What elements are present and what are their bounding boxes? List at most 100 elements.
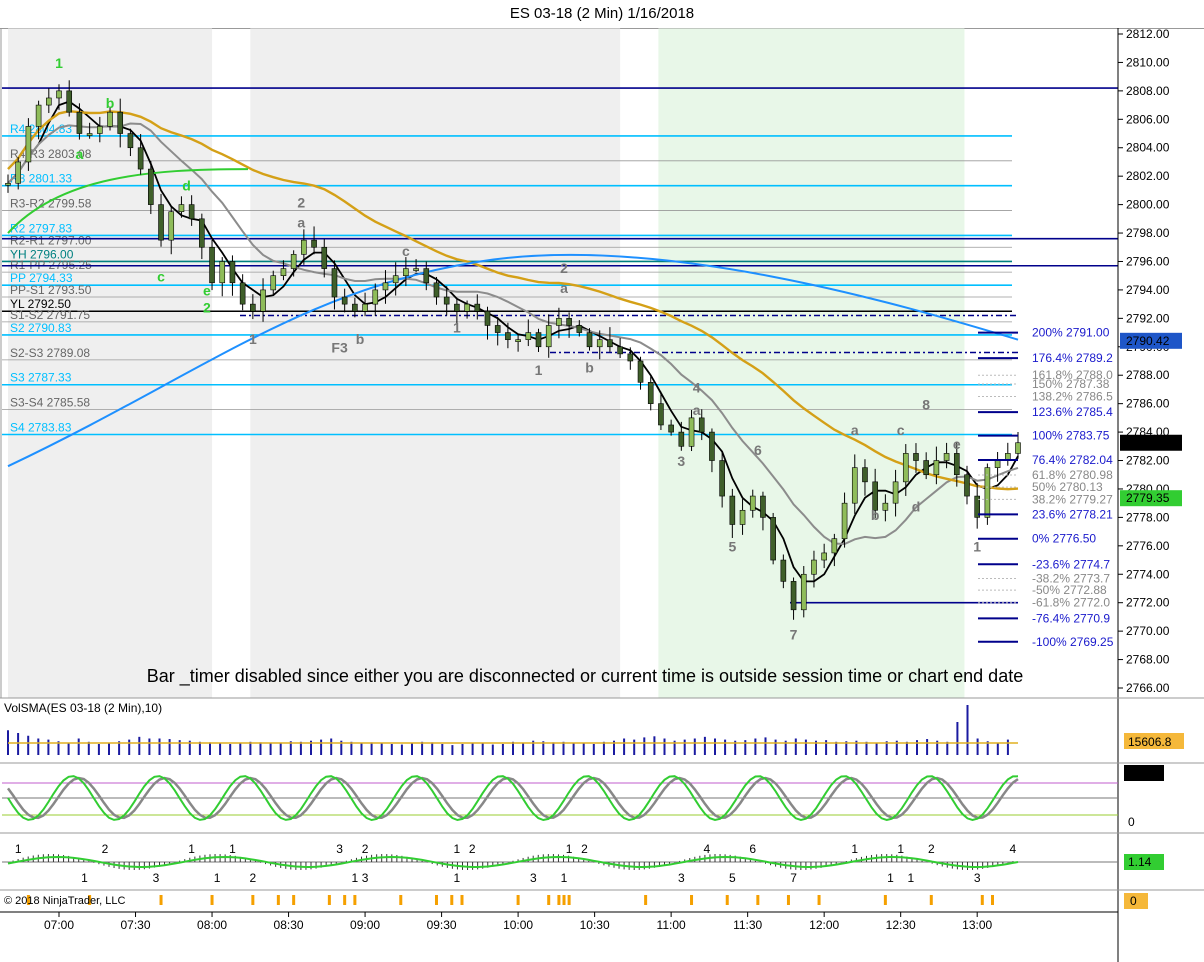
event-mark	[210, 895, 214, 905]
candle-body	[933, 460, 940, 476]
wave-label: 1	[55, 55, 63, 71]
candle-body	[607, 339, 613, 348]
price-tick-label: 2804.00	[1126, 141, 1170, 155]
candle-body	[86, 133, 93, 136]
osc-wave-label: 3	[362, 871, 369, 885]
candle-body	[199, 218, 205, 248]
event-mark	[327, 895, 331, 905]
candle-body	[637, 360, 644, 383]
candle-body	[913, 453, 919, 461]
price-tick-label: 2808.00	[1126, 84, 1170, 98]
osc-wave-label: 3	[974, 871, 981, 885]
candle-body	[739, 509, 746, 525]
candle-body	[525, 332, 532, 340]
pivot-label: S3-S4 2785.58	[10, 396, 90, 410]
price-tick-label: 2766.00	[1126, 681, 1170, 695]
price-tick-label: 2810.00	[1126, 55, 1170, 69]
candle-body	[923, 460, 929, 476]
wave-label: c	[897, 422, 905, 438]
fib-label: -76.4% 2770.9	[1032, 611, 1110, 625]
candle-body	[413, 268, 419, 271]
fib-label: -61.8% 2772.0	[1032, 596, 1110, 610]
fib-extension: 200% 2791.00176.4% 2789.2161.8% 2788.015…	[978, 326, 1114, 649]
candle-body	[403, 268, 409, 276]
candle-body	[362, 303, 368, 312]
candle-body	[56, 90, 62, 99]
price-tick-label: 2774.00	[1126, 567, 1170, 581]
candle-body	[729, 495, 736, 525]
wave-label: 1	[249, 331, 257, 347]
osc-wave-label: 2	[469, 842, 476, 856]
candle-body	[270, 275, 277, 291]
candle-body	[5, 182, 11, 186]
osc-wave-label: 2	[581, 842, 588, 856]
candle-body	[66, 90, 73, 113]
event-mark	[276, 895, 280, 905]
volume-title: VolSMA(ES 03-18 (2 Min),10)	[4, 701, 162, 715]
osc-wave-label: 2	[928, 842, 935, 856]
bar-timer-notice: Bar _timer disabled since either you are…	[147, 666, 1023, 687]
event-mark	[399, 895, 403, 905]
candle-body	[576, 325, 583, 333]
event-mark	[690, 895, 694, 905]
volume-badge-label: 15606.8	[1128, 735, 1172, 749]
event-mark	[644, 895, 648, 905]
copyright: © 2018 NinjaTrader, LLC	[4, 895, 125, 907]
wave-label: e	[203, 283, 211, 299]
pivot-label: S3 2787.33	[10, 371, 72, 385]
candle-body	[709, 431, 715, 461]
osc-wave-label: 1	[454, 871, 461, 885]
candle-body	[882, 502, 889, 511]
osc-wave-label: 1	[908, 871, 915, 885]
chart-background	[0, 28, 1119, 699]
candle-body	[127, 133, 134, 149]
wave-label: 1	[453, 320, 461, 336]
price-tick-label: 2776.00	[1126, 539, 1170, 553]
candle-body	[158, 204, 164, 241]
wave-label: 5	[728, 539, 736, 555]
wave-label: a	[560, 280, 568, 296]
candle-body	[341, 296, 348, 305]
time-tick-label: 13:00	[962, 918, 992, 932]
event-mark	[353, 895, 357, 905]
price-tick-label: 2782.00	[1126, 454, 1170, 468]
candle-body	[964, 474, 970, 497]
fib-label: -100% 2769.25	[1032, 635, 1114, 649]
candle-body	[311, 239, 317, 248]
wave-label: d	[912, 499, 921, 515]
wave-label: b	[871, 507, 880, 523]
pivot-label: PP-S1 2793.50	[10, 283, 92, 297]
osc-wave-label: 2	[362, 842, 369, 856]
candle-body	[1015, 442, 1021, 454]
candle-body	[382, 282, 389, 291]
osc-wave-label: 1	[81, 871, 88, 885]
chart-area[interactable]: R4 2804.83R4-R3 2803.08R3 2801.33R3-R2 2…	[0, 28, 1204, 962]
stoch-lower-label: 0	[1128, 815, 1135, 829]
candle-body	[107, 111, 113, 127]
candle-body	[535, 332, 542, 348]
osc-wave-label: 4	[1010, 842, 1017, 856]
candle-body	[545, 325, 552, 348]
price-tick-label: 2788.00	[1126, 368, 1170, 382]
window-title: ES 03-18 (2 Min) 1/16/2018	[0, 0, 1204, 29]
candle-body	[321, 246, 328, 269]
osc-wave-label: 1	[566, 842, 573, 856]
candle-body	[137, 147, 144, 170]
wave-label: a	[297, 214, 305, 230]
candle-body	[719, 460, 725, 497]
osc-wave-label: 3	[678, 871, 685, 885]
candle-body	[494, 325, 501, 333]
time-tick-label: 10:00	[503, 918, 533, 932]
fib-label: 138.2% 2786.5	[1032, 390, 1113, 404]
osc-wave-label: 3	[336, 842, 343, 856]
osc-wave-label: 1	[15, 842, 22, 856]
candle-body	[35, 104, 42, 127]
candle-body	[617, 346, 623, 355]
event-mark	[460, 895, 464, 905]
fib-label: 200% 2791.00	[1032, 326, 1110, 340]
event-mark	[251, 895, 255, 905]
candle-body	[250, 303, 256, 312]
time-tick-label: 09:00	[350, 918, 380, 932]
candle-body	[484, 310, 491, 326]
osc-wave-label: 2	[102, 842, 109, 856]
